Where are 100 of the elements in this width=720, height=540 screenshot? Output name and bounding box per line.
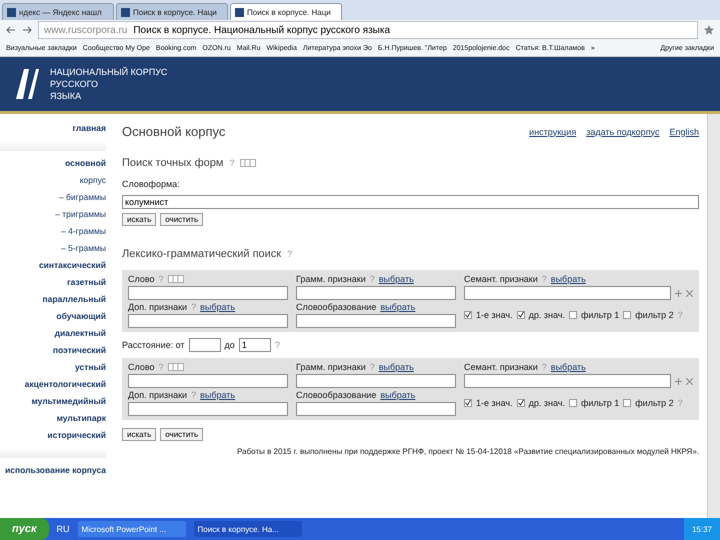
star-icon[interactable] bbox=[704, 25, 714, 35]
nav-link[interactable]: – 4-граммы bbox=[61, 223, 106, 240]
add-icon[interactable] bbox=[675, 290, 682, 296]
checkbox[interactable] bbox=[568, 311, 577, 319]
field-label: Грамм. признаки bbox=[296, 274, 366, 284]
checkbox-label: 1-е знач. bbox=[476, 310, 513, 320]
checkbox-label: фильтр 1 bbox=[580, 398, 620, 408]
site-logo-text[interactable]: НАЦИОНАЛЬНЫЙ КОРПУС РУССКОГО ЯЗЫКА bbox=[50, 66, 168, 102]
scrollbar[interactable] bbox=[707, 114, 720, 518]
forward-arrow-icon[interactable] bbox=[22, 25, 32, 35]
form-button[interactable]: искать bbox=[122, 428, 156, 441]
keyboard-icon[interactable] bbox=[240, 159, 256, 167]
nav-link[interactable]: – 5-граммы bbox=[61, 240, 106, 257]
choose-link[interactable]: выбрать bbox=[550, 362, 586, 372]
nav-link[interactable]: акцентологический bbox=[24, 376, 106, 393]
page-title: Поиск в корпусе. Национальный корпус русского языка bbox=[133, 24, 390, 36]
nav-link[interactable]: – триграммы bbox=[55, 206, 106, 223]
header-link[interactable]: English bbox=[669, 126, 699, 136]
field-label: Слово bbox=[128, 362, 155, 372]
url-domain: www.ruscorpora.ru bbox=[44, 24, 128, 36]
checkbox[interactable] bbox=[464, 399, 472, 407]
language-indicator[interactable]: RU bbox=[56, 524, 70, 534]
nav-link[interactable]: главная bbox=[72, 120, 106, 137]
checkbox-label: фильтр 2 bbox=[635, 310, 674, 320]
choose-link[interactable]: выбрать bbox=[550, 274, 586, 284]
word-input[interactable] bbox=[128, 374, 288, 388]
checkbox[interactable] bbox=[464, 311, 472, 319]
browser-tab[interactable]: Поиск в корпусе. Наци bbox=[116, 3, 228, 20]
nav-link[interactable]: параллельный bbox=[42, 291, 106, 308]
nav-link[interactable]: газетный bbox=[67, 274, 106, 291]
form-button[interactable]: очистить bbox=[160, 428, 204, 441]
checkbox-label: др. знач. bbox=[528, 310, 565, 320]
taskbar-button[interactable]: Поиск в корпусе. На... bbox=[194, 521, 302, 537]
nav-link[interactable]: диалектный bbox=[54, 325, 106, 342]
nav-link[interactable]: мультипарк bbox=[56, 410, 106, 427]
nav-link[interactable]: синтаксический bbox=[38, 257, 106, 274]
field-label: Семант. признаки bbox=[464, 362, 538, 372]
nav-link[interactable]: использование корпуса bbox=[5, 462, 106, 479]
nav-link[interactable]: основной bbox=[65, 155, 106, 172]
checkbox[interactable] bbox=[516, 399, 525, 407]
footer-text: Работы в 2015 г. выполнены при поддержке РГНФ, проект № 15-04-12018 «Развитие специализированных модулей НКРЯ». bbox=[237, 447, 699, 456]
nav-link[interactable]: поэтический bbox=[52, 342, 106, 359]
checkbox-label: 1-е знач. bbox=[476, 398, 513, 408]
nav-link[interactable]: обучающий bbox=[56, 308, 106, 325]
distance-to-input[interactable]: 1 bbox=[238, 338, 271, 352]
semantic-input[interactable] bbox=[464, 286, 671, 300]
semantic-input[interactable] bbox=[464, 374, 671, 388]
grammar-input[interactable] bbox=[296, 286, 456, 300]
field-label: Доп. признаки bbox=[128, 390, 188, 400]
add-icon[interactable] bbox=[675, 378, 682, 384]
page-heading: Основной корпус bbox=[122, 124, 226, 139]
browser-tab[interactable]: ндекс — Яндекс нашл bbox=[2, 3, 114, 20]
wordform-input[interactable]: колумнист bbox=[122, 195, 699, 209]
field-label: Слово bbox=[128, 274, 155, 284]
checkbox[interactable] bbox=[568, 399, 577, 407]
back-arrow-icon[interactable] bbox=[6, 25, 16, 35]
derivation-input[interactable] bbox=[296, 402, 456, 416]
field-label: Словоформа: bbox=[122, 179, 181, 189]
choose-link[interactable]: выбрать bbox=[378, 274, 414, 284]
header-link[interactable]: задать подкорпус bbox=[586, 126, 660, 136]
checkbox-label: фильтр 1 bbox=[580, 310, 620, 320]
section-heading: Поиск точных форм bbox=[122, 157, 224, 169]
nav-link[interactable]: устный bbox=[74, 359, 106, 376]
nav-link[interactable]: мультимедийный bbox=[31, 393, 106, 410]
checkbox-label: фильтр 2 bbox=[635, 398, 674, 408]
word-input[interactable] bbox=[128, 286, 288, 300]
field-label: Словообразование bbox=[296, 390, 376, 400]
extra-input[interactable] bbox=[128, 314, 288, 328]
nav-link[interactable]: исторический bbox=[47, 427, 106, 444]
keyboard-icon[interactable] bbox=[168, 275, 184, 283]
section-heading: Лексико-грамматический поиск bbox=[122, 248, 282, 260]
derivation-input[interactable] bbox=[296, 314, 456, 328]
checkbox[interactable] bbox=[623, 311, 632, 319]
nav-link[interactable]: корпус bbox=[80, 172, 106, 189]
field-label: Словообразование bbox=[296, 302, 376, 312]
nav-link[interactable]: – биграммы bbox=[58, 189, 106, 206]
tab-favicon-icon bbox=[235, 8, 244, 16]
extra-input[interactable] bbox=[128, 402, 288, 416]
form-button[interactable]: очистить bbox=[160, 213, 204, 226]
address-bar[interactable]: www.ruscorpora.ru Поиск в корпусе. Национальный корпус русского языка bbox=[38, 21, 698, 39]
checkbox[interactable] bbox=[516, 311, 525, 319]
clock: 15:37 bbox=[692, 524, 712, 534]
close-icon[interactable] bbox=[686, 378, 693, 384]
distance-from-input[interactable] bbox=[188, 338, 221, 352]
taskbar-button[interactable]: Microsoft PowerPoint ... bbox=[78, 521, 186, 537]
checkbox[interactable] bbox=[623, 399, 632, 407]
choose-link[interactable]: выбрать bbox=[200, 390, 236, 400]
form-button[interactable]: искать bbox=[122, 213, 156, 226]
choose-link[interactable]: выбрать bbox=[380, 390, 416, 400]
choose-link[interactable]: выбрать bbox=[200, 302, 236, 312]
header-link[interactable]: инструкция bbox=[529, 126, 576, 136]
start-button[interactable]: пуск bbox=[0, 518, 49, 540]
close-icon[interactable] bbox=[686, 290, 693, 296]
browser-tab[interactable]: Поиск в корпусе. Наци bbox=[230, 3, 342, 20]
tab-favicon-icon bbox=[7, 8, 16, 16]
choose-link[interactable]: выбрать bbox=[378, 362, 414, 372]
field-label: Семант. признаки bbox=[464, 274, 538, 284]
choose-link[interactable]: выбрать bbox=[380, 302, 416, 312]
keyboard-icon[interactable] bbox=[168, 363, 184, 371]
grammar-input[interactable] bbox=[296, 374, 456, 388]
